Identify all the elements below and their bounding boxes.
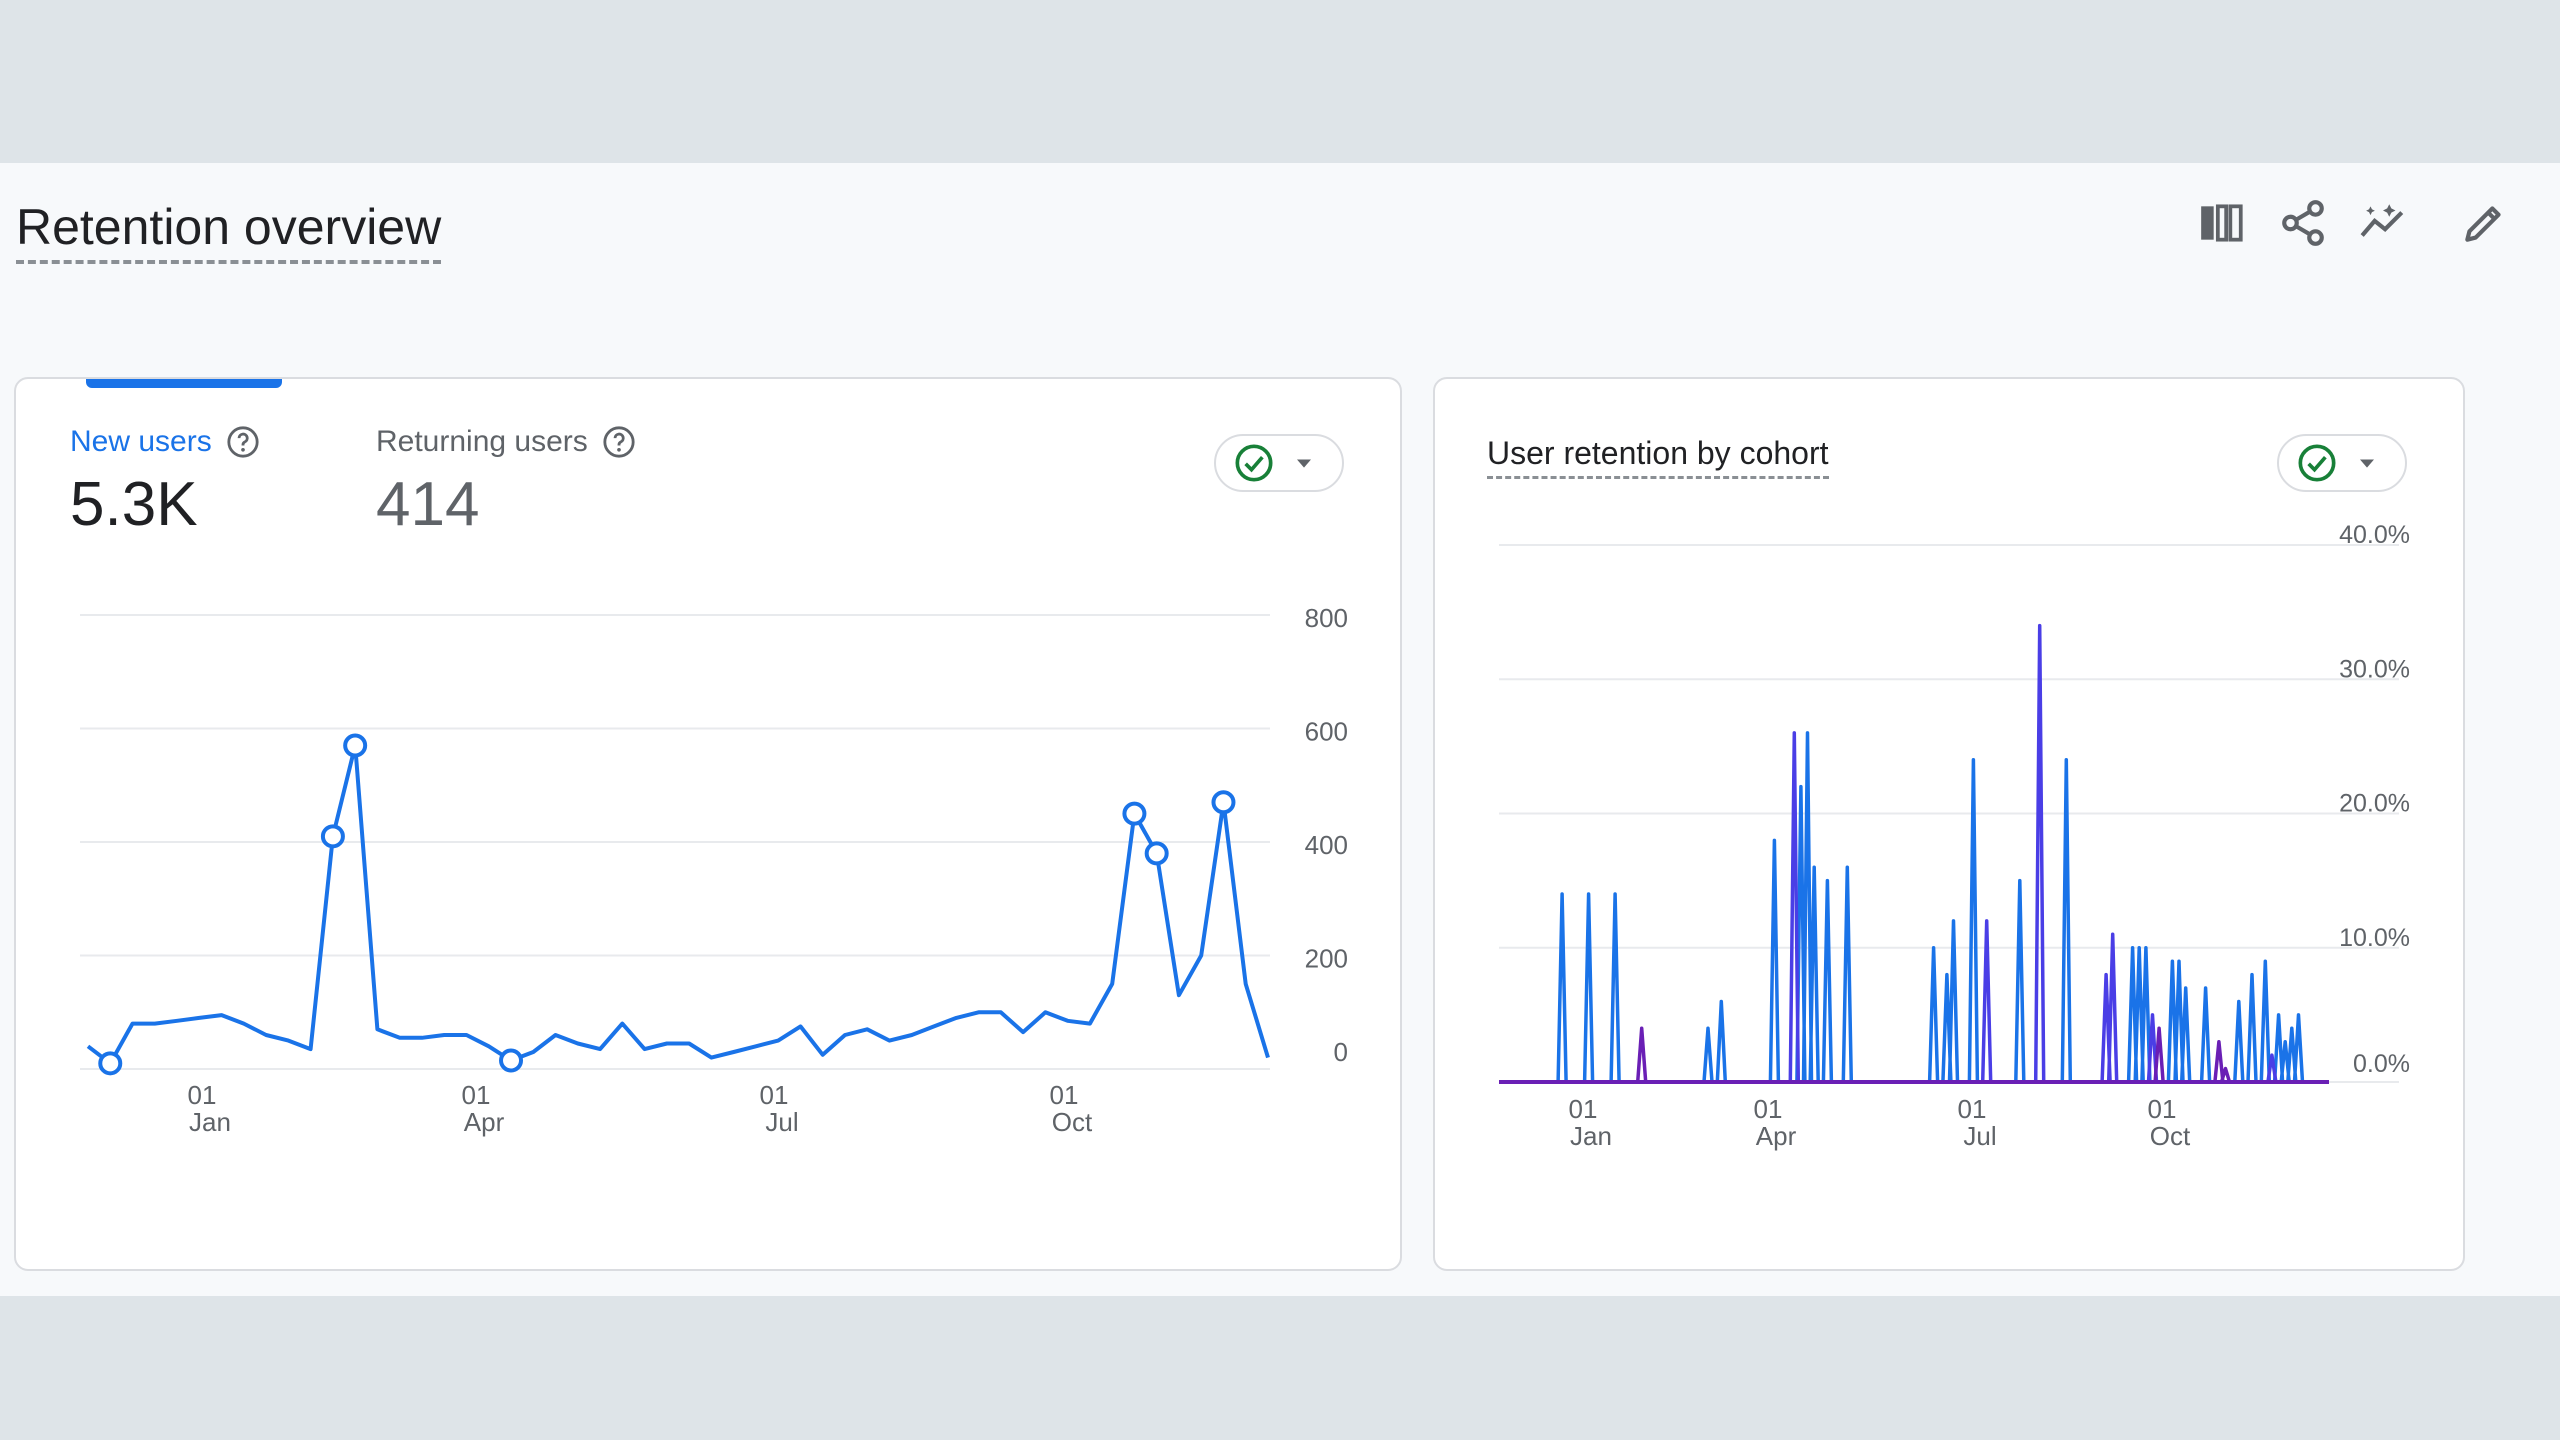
data-point-marker (499, 1048, 524, 1073)
edit-button[interactable] (2454, 193, 2514, 253)
x-tick-label-month: Apr (1756, 1121, 1797, 1151)
retention-cohort-chart: 0.0%10.0%20.0%30.0%40.0%01Jan01Apr01Jul0… (1499, 521, 2410, 1151)
x-tick-label-day: 01 (1050, 1080, 1079, 1110)
y-tick-label: 10.0% (2339, 924, 2410, 952)
x-tick-label-day: 01 (1569, 1094, 1598, 1124)
x-tick-label-month: Oct (1052, 1107, 1093, 1137)
y-tick-label: 200 (1305, 944, 1348, 974)
y-tick-label: 800 (1305, 603, 1348, 633)
x-tick-label-day: 01 (462, 1080, 491, 1110)
data-point-marker (1144, 841, 1169, 866)
y-tick-label: 0 (1334, 1037, 1348, 1067)
x-tick-label-month: Apr (464, 1107, 505, 1137)
x-tick-label-day: 01 (1958, 1094, 1987, 1124)
data-point-marker (320, 824, 345, 849)
x-tick-label-month: Oct (2150, 1121, 2191, 1151)
y-tick-label: 40.0% (2339, 521, 2410, 549)
x-tick-label-month: Jul (765, 1107, 798, 1137)
cohort-series-1 (1556, 731, 2305, 1083)
page-title[interactable]: Retention overview (16, 198, 442, 264)
y-tick-label: 20.0% (2339, 790, 2410, 818)
share-icon (2282, 200, 2324, 246)
compare-columns-icon (2201, 204, 2243, 242)
y-tick-label: 600 (1305, 717, 1348, 747)
data-point-marker (343, 733, 368, 758)
new-users-line-chart: 020040060080001Jan01Apr01Jul01Oct (80, 603, 1348, 1137)
x-tick-label-day: 01 (2148, 1094, 2177, 1124)
insights-icon (2360, 204, 2404, 237)
retention-cohort-card: User retention by cohort 0.0% 10.0% 20.0% 3… (1433, 377, 2465, 1271)
edit-icon (2465, 206, 2501, 242)
x-tick-label-day: 01 (760, 1080, 789, 1110)
compare-columns-button[interactable] (2192, 193, 2252, 253)
x-tick-label-month: Jan (1570, 1121, 1612, 1151)
new-users-card: New users 5.3K Returning users 414 0 200… (14, 377, 1402, 1271)
y-tick-label: 30.0% (2339, 655, 2410, 683)
share-button[interactable] (2273, 193, 2333, 253)
insights-button[interactable] (2353, 193, 2413, 253)
y-tick-label: 400 (1305, 830, 1348, 860)
data-point-marker (1211, 790, 1236, 815)
x-tick-label-month: Jan (189, 1107, 231, 1137)
data-point-marker (98, 1051, 123, 1076)
series-line-new-users (86, 743, 1270, 1066)
data-point-marker (1122, 801, 1147, 826)
x-tick-label-month: Jul (1963, 1121, 1996, 1151)
x-tick-label-day: 01 (188, 1080, 217, 1110)
x-tick-label-day: 01 (1754, 1094, 1783, 1124)
y-tick-label: 0.0% (2353, 1050, 2410, 1078)
